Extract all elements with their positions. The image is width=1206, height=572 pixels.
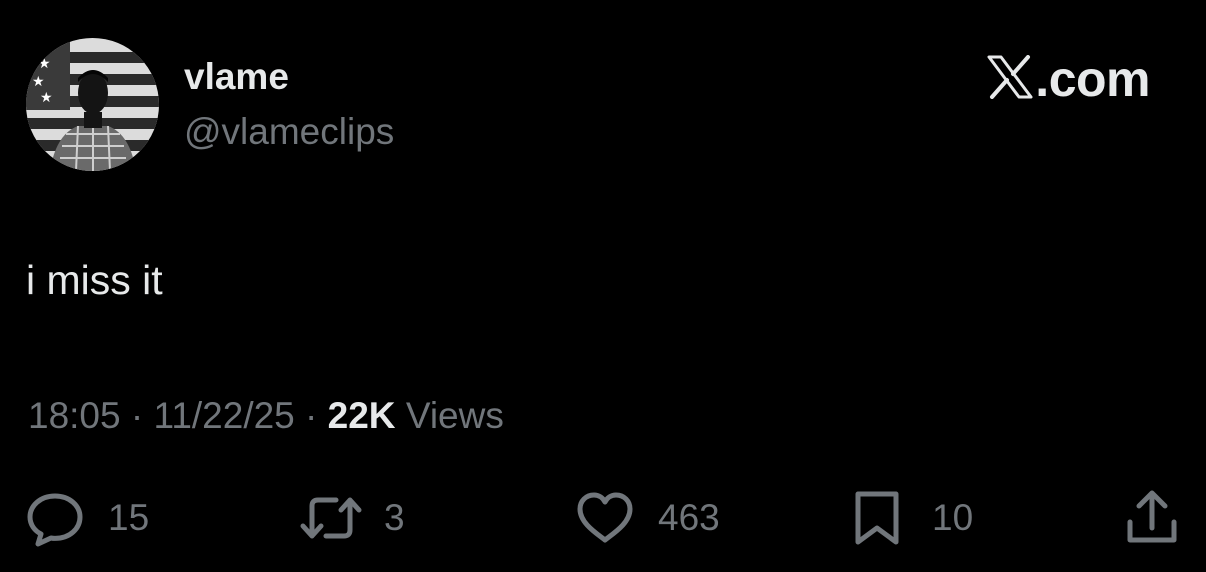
- avatar[interactable]: ★ ★ ★: [26, 38, 159, 171]
- author-display-name[interactable]: vlame: [184, 55, 289, 99]
- views-count[interactable]: 22K: [328, 395, 396, 436]
- action-bar: 15 3 463 10: [0, 488, 1206, 548]
- repost-icon: [298, 488, 364, 548]
- like-count: 463: [658, 497, 720, 538]
- svg-text:★: ★: [32, 74, 45, 90]
- tweet-date[interactable]: 11/22/25: [153, 395, 294, 436]
- views-label[interactable]: Views: [406, 395, 504, 436]
- tweet-meta: 18:05 · 11/22/25 · 22K Views: [28, 392, 504, 440]
- avatar-image: ★ ★ ★: [26, 38, 159, 171]
- bookmark-icon: [852, 488, 902, 548]
- reply-button[interactable]: 15: [24, 488, 149, 548]
- share-button[interactable]: [1124, 488, 1180, 548]
- meta-separator: ·: [305, 395, 318, 436]
- tweet-time[interactable]: 18:05: [28, 395, 121, 436]
- author-handle[interactable]: @vlameclips: [184, 110, 394, 154]
- x-logo-icon: [987, 54, 1035, 104]
- repost-count: 3: [384, 497, 405, 538]
- brand-domain: .com: [1035, 51, 1150, 107]
- like-button[interactable]: 463: [574, 488, 720, 548]
- svg-text:★: ★: [40, 90, 53, 106]
- tweet-text: i miss it: [26, 257, 163, 303]
- reply-count: 15: [108, 497, 150, 538]
- bookmark-count: 10: [932, 497, 974, 538]
- repost-button[interactable]: 3: [298, 488, 405, 548]
- heart-icon: [574, 488, 636, 548]
- bookmark-button[interactable]: 10: [852, 488, 973, 548]
- share-icon: [1124, 488, 1180, 548]
- meta-separator: ·: [130, 395, 144, 436]
- brand-logo: .com: [987, 52, 1150, 106]
- reply-icon: [24, 488, 86, 548]
- svg-text:★: ★: [38, 56, 51, 72]
